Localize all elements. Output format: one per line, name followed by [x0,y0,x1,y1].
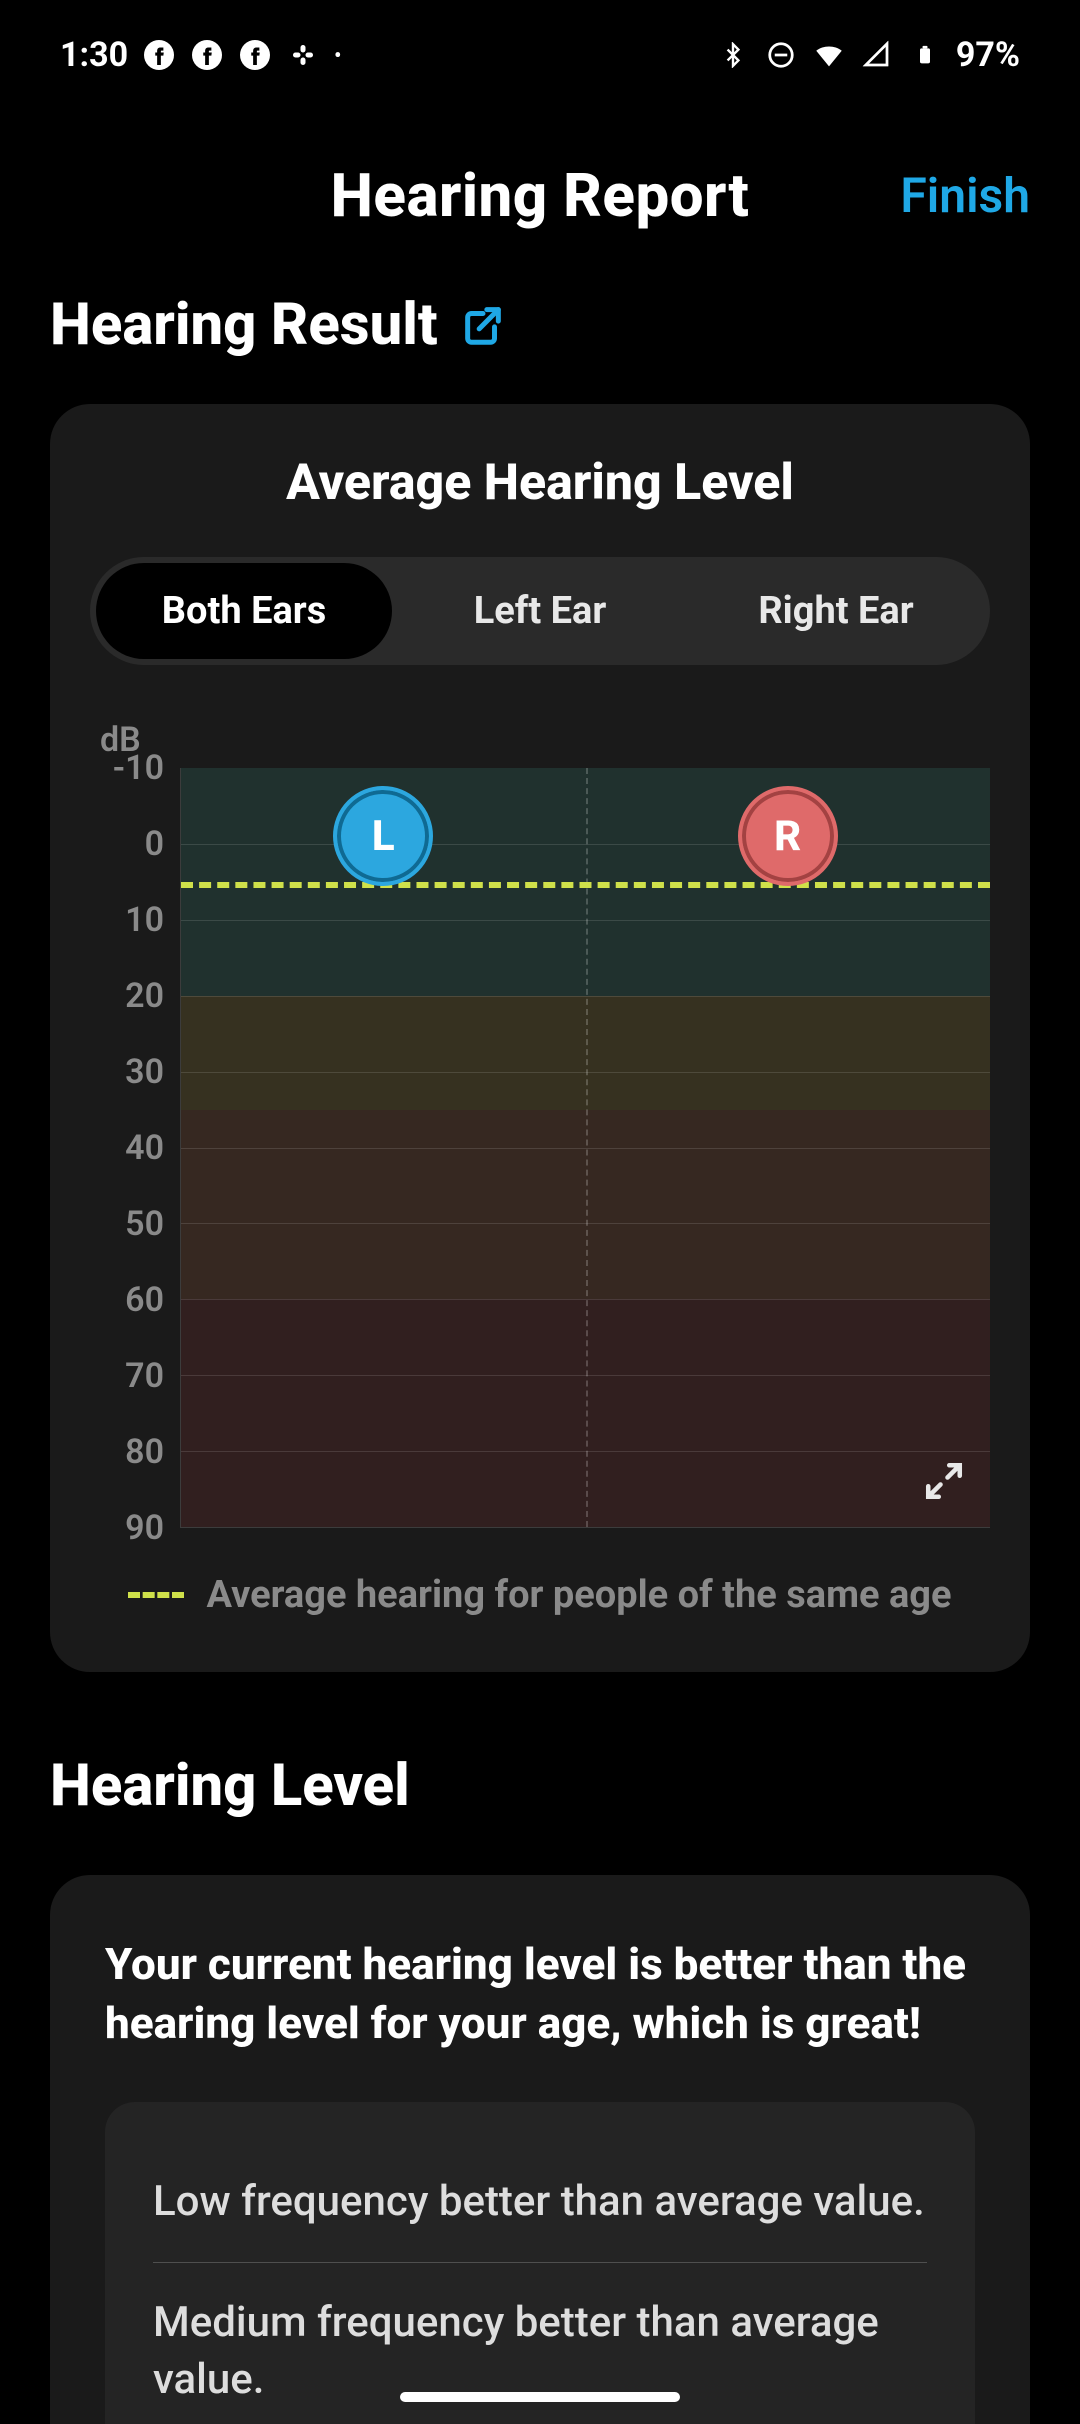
hearing-result-title: Hearing Result [50,291,438,359]
facebook-icon [142,38,176,72]
average-line [181,882,990,888]
hearing-level-card: Your current hearing level is better tha… [50,1875,1030,2424]
chart-legend: Average hearing for people of the same a… [90,1573,990,1617]
page-title: Hearing Report [331,160,750,231]
status-left: 1:30 • [60,35,341,75]
finish-button[interactable]: Finish [900,167,1030,224]
tab-right-ear[interactable]: Right Ear [688,563,984,659]
ear-tabs: Both Ears Left Ear Right Ear [90,557,990,665]
hearing-level-summary: Your current hearing level is better tha… [105,1935,975,2054]
status-dot-icon: • [334,43,341,67]
tab-left-ear[interactable]: Left Ear [392,563,688,659]
share-icon[interactable] [460,302,506,348]
status-time: 1:30 [60,35,128,75]
legend-swatch [128,1592,184,1598]
tab-both-ears[interactable]: Both Ears [96,563,392,659]
plot-area: LR [180,768,990,1528]
wifi-icon [812,38,846,72]
slack-icon [286,38,320,72]
hearing-level-list: Low frequency better than average value.… [105,2102,975,2424]
left-ear-marker: L [333,786,433,886]
list-item: Low frequency better than average value. [153,2142,927,2263]
dnd-icon [764,38,798,72]
legend-text: Average hearing for people of the same a… [206,1573,951,1617]
signal-icon [860,38,894,72]
status-bar: 1:30 • 97% [0,0,1080,110]
hearing-result-section: Hearing Result Average Hearing Level Bot… [0,291,1080,2424]
app-header: Hearing Report Finish [0,110,1080,291]
battery-percent: 97% [956,35,1020,75]
expand-icon[interactable] [916,1453,972,1509]
battery-icon [908,38,942,72]
hearing-result-card: Average Hearing Level Both Ears Left Ear… [50,404,1030,1672]
right-ear-marker: R [738,786,838,886]
chart: dB -100102030405060708090 LR [90,720,990,1528]
y-axis-unit: dB [100,720,990,760]
section-title-row: Hearing Result [50,291,1030,359]
facebook-icon [238,38,272,72]
bluetooth-icon [716,38,750,72]
home-indicator[interactable] [400,2392,680,2402]
y-axis: -100102030405060708090 [90,768,180,1528]
status-right: 97% [716,35,1020,75]
hearing-level-title: Hearing Level [50,1752,1030,1820]
chart-title: Average Hearing Level [90,454,990,512]
facebook-icon [190,38,224,72]
